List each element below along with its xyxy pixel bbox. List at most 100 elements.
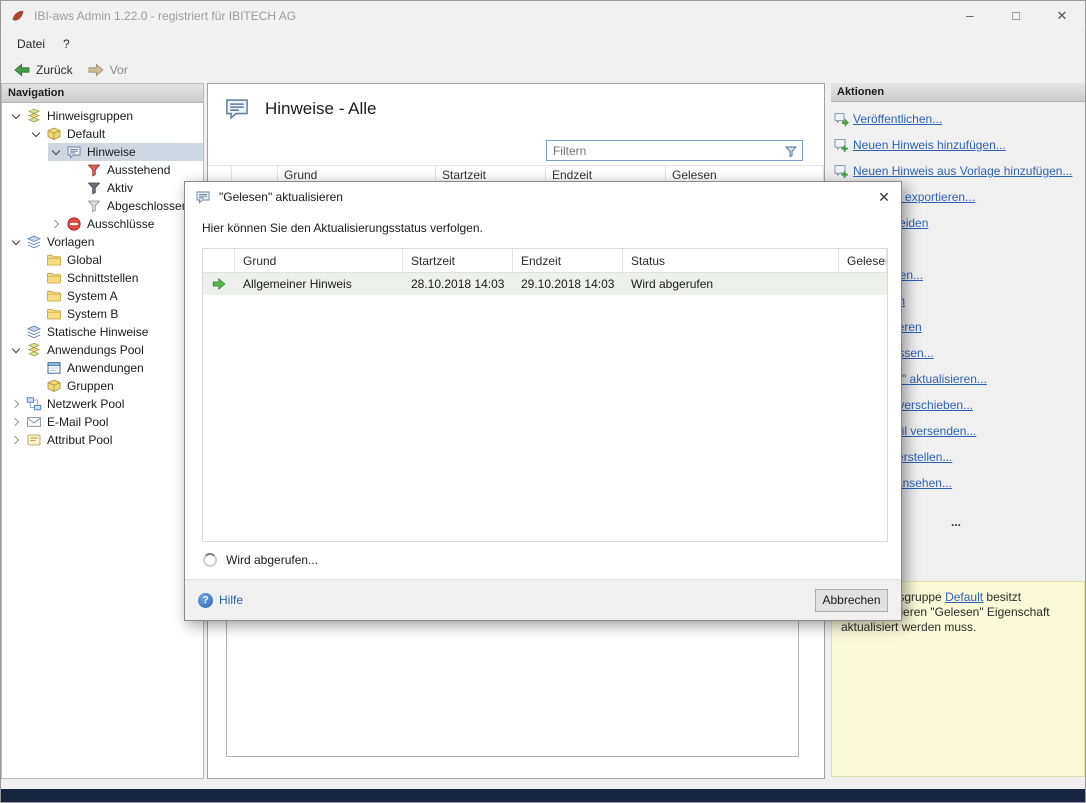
tree-item-aktiv[interactable]: Aktiv: [2, 179, 203, 197]
folder-icon: [46, 252, 62, 268]
tree-item-label: Gruppen: [65, 379, 114, 393]
tree-item-content: Default: [28, 125, 203, 143]
tree-item-label: E-Mail Pool: [45, 415, 108, 429]
tree-item-ausstehend[interactable]: Ausstehend: [2, 161, 203, 179]
group-stack-icon: [26, 342, 42, 358]
tree-item-label: Ausschlüsse: [85, 217, 154, 231]
tree-item-label: Schnittstellen: [65, 271, 138, 285]
dialog-column-gelesen[interactable]: Gelesen: [839, 249, 887, 272]
tree-item-label: System B: [65, 307, 118, 321]
tree-item-hinweise[interactable]: Hinweise: [2, 143, 203, 161]
folder-icon: [46, 270, 62, 286]
tree-item-content: Global: [28, 251, 203, 269]
dialog-table: GrundStartzeitEndzeitStatusGelesen Allge…: [202, 248, 888, 542]
page-title: Hinweise - Alle: [265, 99, 377, 119]
chevron-down-icon[interactable]: [28, 127, 43, 142]
content-column-grund[interactable]: Grund: [278, 166, 436, 182]
help-link[interactable]: Hilfe: [198, 593, 243, 608]
tree-item-gruppen[interactable]: Gruppen: [2, 377, 203, 395]
stack-icon: [26, 234, 42, 250]
chevron-spacer: [8, 325, 23, 340]
tree-item-schnittstellen[interactable]: Schnittstellen: [2, 269, 203, 287]
help-icon: [198, 593, 213, 608]
back-button[interactable]: Zurück: [6, 58, 80, 82]
tree-item-anwendungs-pool[interactable]: Anwendungs Pool: [2, 341, 203, 359]
action-label: ...: [951, 515, 961, 530]
tree-indent: [2, 161, 68, 179]
filter-funnel-icon[interactable]: [783, 143, 799, 159]
chevron-down-icon[interactable]: [48, 145, 63, 160]
loading-spinner-icon: [203, 553, 217, 567]
dialog-column-icon[interactable]: [203, 249, 235, 272]
chevron-down-icon[interactable]: [8, 343, 23, 358]
chevron-spacer: [28, 289, 43, 304]
forward-button[interactable]: Vor: [80, 58, 135, 82]
action-neuen-hinweis-aus-vorlage-hinzufügen[interactable]: Neuen Hinweis aus Vorlage hinzufügen...: [833, 164, 1079, 179]
content-column-startzeit[interactable]: Startzeit: [436, 166, 546, 182]
dialog-column-grund[interactable]: Grund: [235, 249, 403, 272]
action-neuen-hinweis-hinzufügen[interactable]: Neuen Hinweis hinzufügen...: [833, 138, 1079, 153]
action-veröffentlichen[interactable]: Veröffentlichen...: [833, 112, 1079, 127]
add-note-icon: [833, 137, 849, 153]
tree-item-content: Attribut Pool: [8, 431, 203, 449]
filter-box: [546, 140, 803, 161]
menu-help[interactable]: ?: [54, 33, 79, 55]
content-column-endzeit[interactable]: Endzeit: [546, 166, 666, 182]
tree-item-global[interactable]: Global: [2, 251, 203, 269]
folder-icon: [46, 306, 62, 322]
cancel-button[interactable]: Abbrechen: [815, 589, 888, 612]
chevron-right-icon[interactable]: [48, 217, 63, 232]
block-icon: [66, 216, 82, 232]
dialog-status-text: Wird abgerufen...: [226, 553, 318, 567]
tree-item-system-a[interactable]: System A: [2, 287, 203, 305]
tree-item-ausschlüsse[interactable]: Ausschlüsse: [2, 215, 203, 233]
row-cell-grund: Allgemeiner Hinweis: [235, 273, 403, 295]
tree-item-content: Vorlagen: [8, 233, 203, 251]
dialog-table-row[interactable]: Allgemeiner Hinweis28.10.2018 14:0329.10…: [203, 273, 887, 295]
content-column-gelesen[interactable]: Gelesen: [666, 166, 824, 182]
menu-datei[interactable]: Datei: [8, 33, 54, 55]
chevron-right-icon[interactable]: [8, 433, 23, 448]
back-button-label: Zurück: [36, 63, 73, 77]
info-box-default-link[interactable]: Default: [945, 590, 983, 604]
tree-item-hinweisgruppen[interactable]: Hinweisgruppen: [2, 107, 203, 125]
tree-item-statische-hinweise[interactable]: Statische Hinweise: [2, 323, 203, 341]
chevron-down-icon[interactable]: [8, 235, 23, 250]
chevron-right-icon[interactable]: [8, 397, 23, 412]
toolbar: Zurück Vor: [1, 56, 1085, 83]
menubar: Datei ?: [1, 31, 1085, 56]
tree-item-netzwerk-pool[interactable]: Netzwerk Pool: [2, 395, 203, 413]
chevron-right-icon[interactable]: [8, 415, 23, 430]
maximize-button[interactable]: □: [993, 1, 1039, 30]
chevron-down-icon[interactable]: [8, 109, 23, 124]
dialog-column-endzeit[interactable]: Endzeit: [513, 249, 623, 272]
minimize-button[interactable]: –: [947, 1, 993, 30]
tree-item-attribut-pool[interactable]: Attribut Pool: [2, 431, 203, 449]
navigation-panel: Navigation HinweisgruppenDefaultHinweise…: [1, 83, 204, 779]
content-column-icon-0[interactable]: [208, 166, 232, 182]
tree-item-abgeschlossen[interactable]: Abgeschlossen: [2, 197, 203, 215]
dialog-close-button[interactable]: ✕: [867, 182, 901, 212]
tree-item-vorlagen[interactable]: Vorlagen: [2, 233, 203, 251]
tree-item-content: E-Mail Pool: [8, 413, 203, 431]
tree-item-default[interactable]: Default: [2, 125, 203, 143]
filter-input[interactable]: [547, 144, 783, 158]
close-button[interactable]: ✕: [1039, 1, 1085, 30]
dialog-column-status[interactable]: Status: [623, 249, 839, 272]
tree-item-label: Netzwerk Pool: [45, 397, 124, 411]
tree-item-anwendungen[interactable]: Anwendungen: [2, 359, 203, 377]
tree-item-content: Anwendungen: [28, 359, 203, 377]
tree-item-label: System A: [65, 289, 118, 303]
tree-item-content: Abgeschlossen: [68, 197, 203, 215]
content-column-icon-1[interactable]: [232, 166, 278, 182]
dialog-column-startzeit[interactable]: Startzeit: [403, 249, 513, 272]
chevron-spacer: [28, 253, 43, 268]
dialog-title: "Gelesen" aktualisieren: [219, 190, 867, 204]
mail-icon: [26, 414, 42, 430]
tree-item-system-b[interactable]: System B: [2, 305, 203, 323]
tree-item-e-mail-pool[interactable]: E-Mail Pool: [2, 413, 203, 431]
tree-item-label: Anwendungen: [65, 361, 144, 375]
tree-indent: [2, 251, 28, 269]
network-icon: [26, 396, 42, 412]
tree-item-label: Vorlagen: [45, 235, 94, 249]
